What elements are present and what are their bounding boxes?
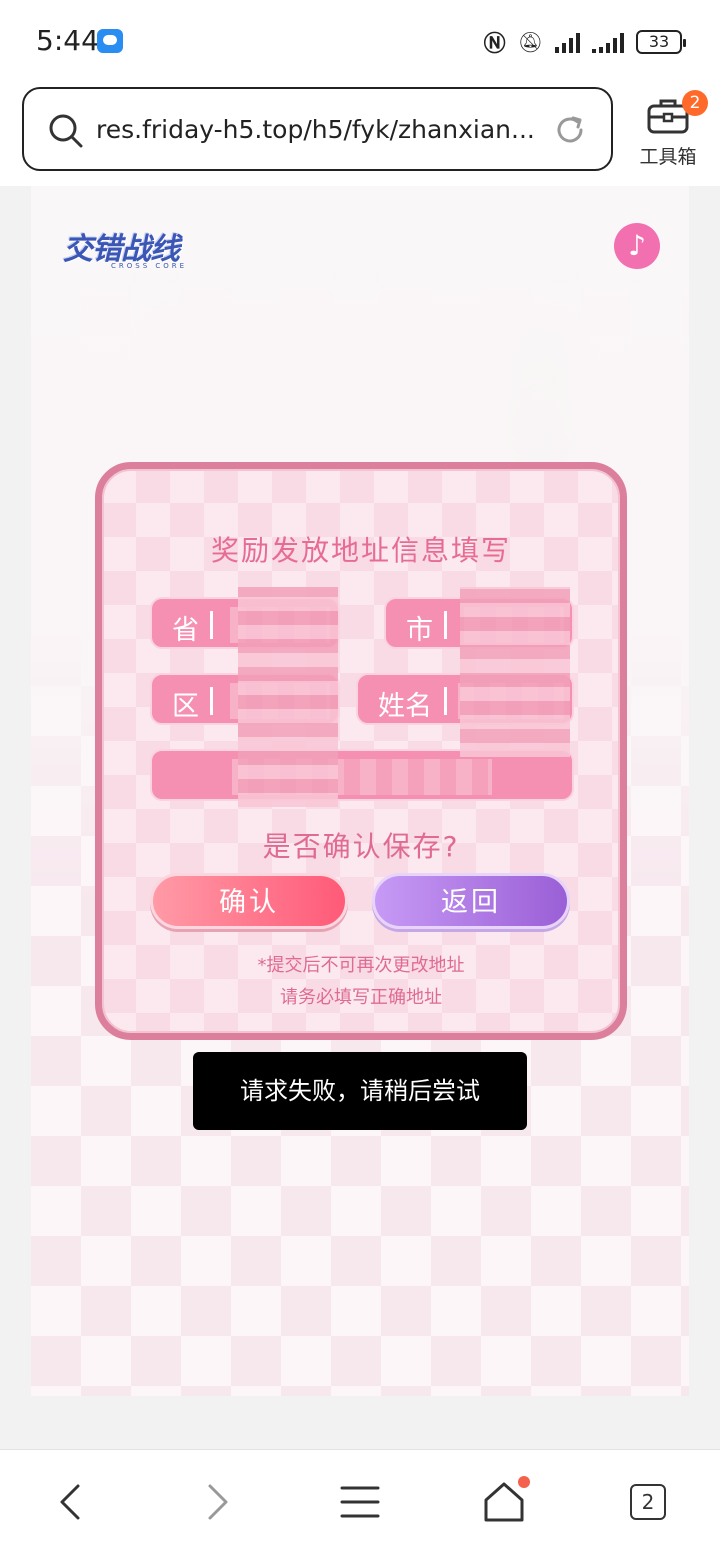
name-label: 姓名 — [378, 691, 432, 722]
web-page: 交错战线 CROSS CORE ♪ 奖励发放地址信息填写 省 市 区 姓名 是否… — [31, 186, 689, 1396]
back-button[interactable]: 返回 — [372, 873, 570, 929]
address-dialog: 奖励发放地址信息填写 省 市 区 姓名 是否确认保存? 确认 返回 *提交后不可… — [95, 462, 627, 1040]
url-text[interactable]: res.friday-h5.top/h5/fyk/zhanxian... — [96, 115, 536, 144]
province-label: 省 — [172, 615, 199, 646]
notice-line-2: 请务必填写正确地址 — [280, 987, 442, 1008]
district-label: 区 — [172, 691, 199, 722]
toolbox-badge: 2 — [682, 90, 708, 116]
toolbox-label: 工具箱 — [639, 146, 697, 168]
forward-icon[interactable] — [192, 1478, 240, 1526]
signal-icon-2 — [592, 31, 624, 53]
signal-icon — [555, 31, 580, 53]
field-divider — [210, 687, 213, 715]
error-toast: 请求失败，请稍后尝试 — [193, 1052, 527, 1130]
home-notification-dot — [518, 1476, 530, 1488]
battery-icon: 33 — [636, 30, 686, 54]
confirm-button[interactable]: 确认 — [150, 873, 348, 929]
status-bar: 5:44 Ⓝ 🔕︎ 33 — [0, 0, 720, 80]
redaction-overlay — [460, 587, 570, 757]
back-icon[interactable] — [48, 1478, 96, 1526]
search-icon — [49, 114, 83, 148]
address-bar[interactable]: res.friday-h5.top/h5/fyk/zhanxian... — [22, 87, 613, 171]
notice-line-1: *提交后不可再次更改地址 — [257, 955, 465, 976]
status-icons: Ⓝ 🔕︎ 33 — [483, 26, 686, 58]
music-note-icon: ♪ — [628, 229, 646, 262]
refresh-icon[interactable] — [553, 113, 587, 147]
city-label: 市 — [406, 615, 433, 646]
browser-toolbar: res.friday-h5.top/h5/fyk/zhanxian... 2 工… — [0, 80, 720, 186]
message-icon — [97, 29, 123, 53]
nfc-icon: Ⓝ — [483, 32, 506, 57]
screen: 5:44 Ⓝ 🔕︎ 33 res.friday-h5.top/h5/fyk/zh… — [0, 0, 720, 1554]
field-divider — [444, 611, 447, 639]
confirm-question: 是否确认保存? — [262, 830, 460, 863]
toolbox-button[interactable]: 2 工具箱 — [632, 90, 708, 170]
music-toggle-button[interactable]: ♪ — [614, 223, 660, 269]
tab-count: 2 — [630, 1484, 666, 1520]
tabs-button[interactable]: 2 — [624, 1478, 672, 1526]
menu-icon[interactable] — [336, 1478, 384, 1526]
field-divider — [444, 687, 447, 715]
dialog-title: 奖励发放地址信息填写 — [210, 534, 511, 567]
mute-icon: 🔕︎ — [517, 30, 543, 54]
home-button[interactable] — [480, 1476, 530, 1526]
bottom-nav: 2 — [0, 1449, 720, 1554]
field-divider — [210, 611, 213, 639]
redaction-overlay — [238, 587, 338, 807]
game-logo: 交错战线 CROSS CORE — [63, 224, 203, 270]
logo-subtext: CROSS CORE — [111, 262, 188, 270]
status-time: 5:44 — [36, 24, 99, 57]
